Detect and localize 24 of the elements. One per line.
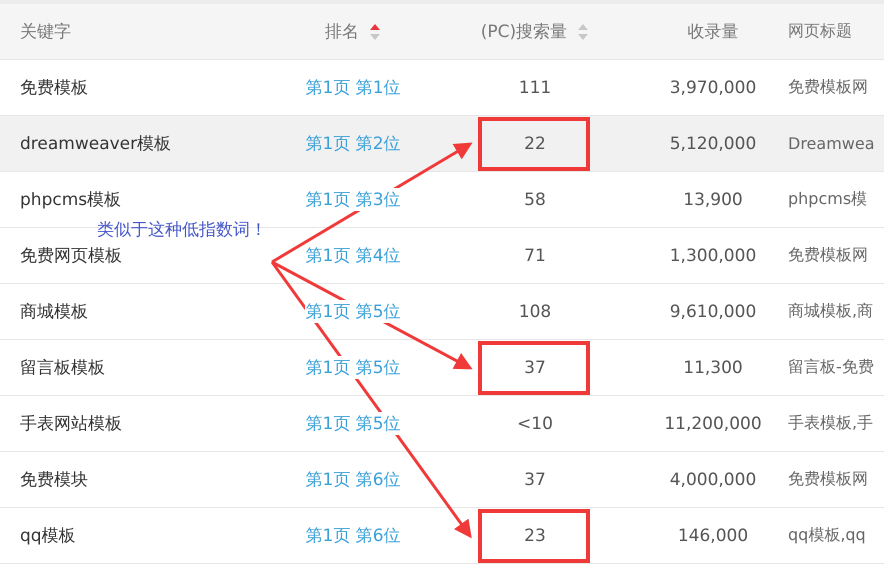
indexed-count-cell: 5,120,000	[670, 134, 756, 154]
sort-icon[interactable]	[369, 22, 381, 42]
indexed-count-cell: 146,000	[678, 526, 748, 546]
indexed-count-cell: 1,300,000	[670, 246, 756, 266]
rank-link[interactable]: 第1页 第5位	[305, 356, 401, 379]
page-title-cell: phpcms模	[788, 189, 868, 210]
rank-link[interactable]: 第1页 第5位	[305, 412, 401, 435]
column-header[interactable]: (PC)搜索量	[480, 20, 568, 43]
column-header[interactable]: 排名	[325, 20, 359, 43]
indexed-count-cell: 4,000,000	[670, 470, 756, 490]
column-header: 收录量	[688, 21, 738, 43]
keyword-cell: phpcms模板	[20, 188, 122, 211]
keyword-cell: qq模板	[20, 524, 76, 547]
indexed-count-cell: 13,900	[683, 190, 743, 210]
indexed-count-cell: 9,610,000	[670, 302, 756, 322]
column-header: 网页标题	[788, 21, 852, 42]
indexed-count-cell: 11,300	[683, 358, 743, 378]
rank-link[interactable]: 第1页 第5位	[305, 300, 401, 323]
indexed-count-cell: 11,200,000	[664, 414, 762, 434]
column-header: 关键字	[20, 21, 71, 43]
indexed-count-cell: 3,970,000	[670, 78, 756, 98]
annotation-text: 类似于这种低指数词！	[97, 219, 267, 241]
rank-link[interactable]: 第1页 第3位	[305, 188, 401, 211]
page-title-cell: qq模板,qq	[788, 525, 866, 546]
